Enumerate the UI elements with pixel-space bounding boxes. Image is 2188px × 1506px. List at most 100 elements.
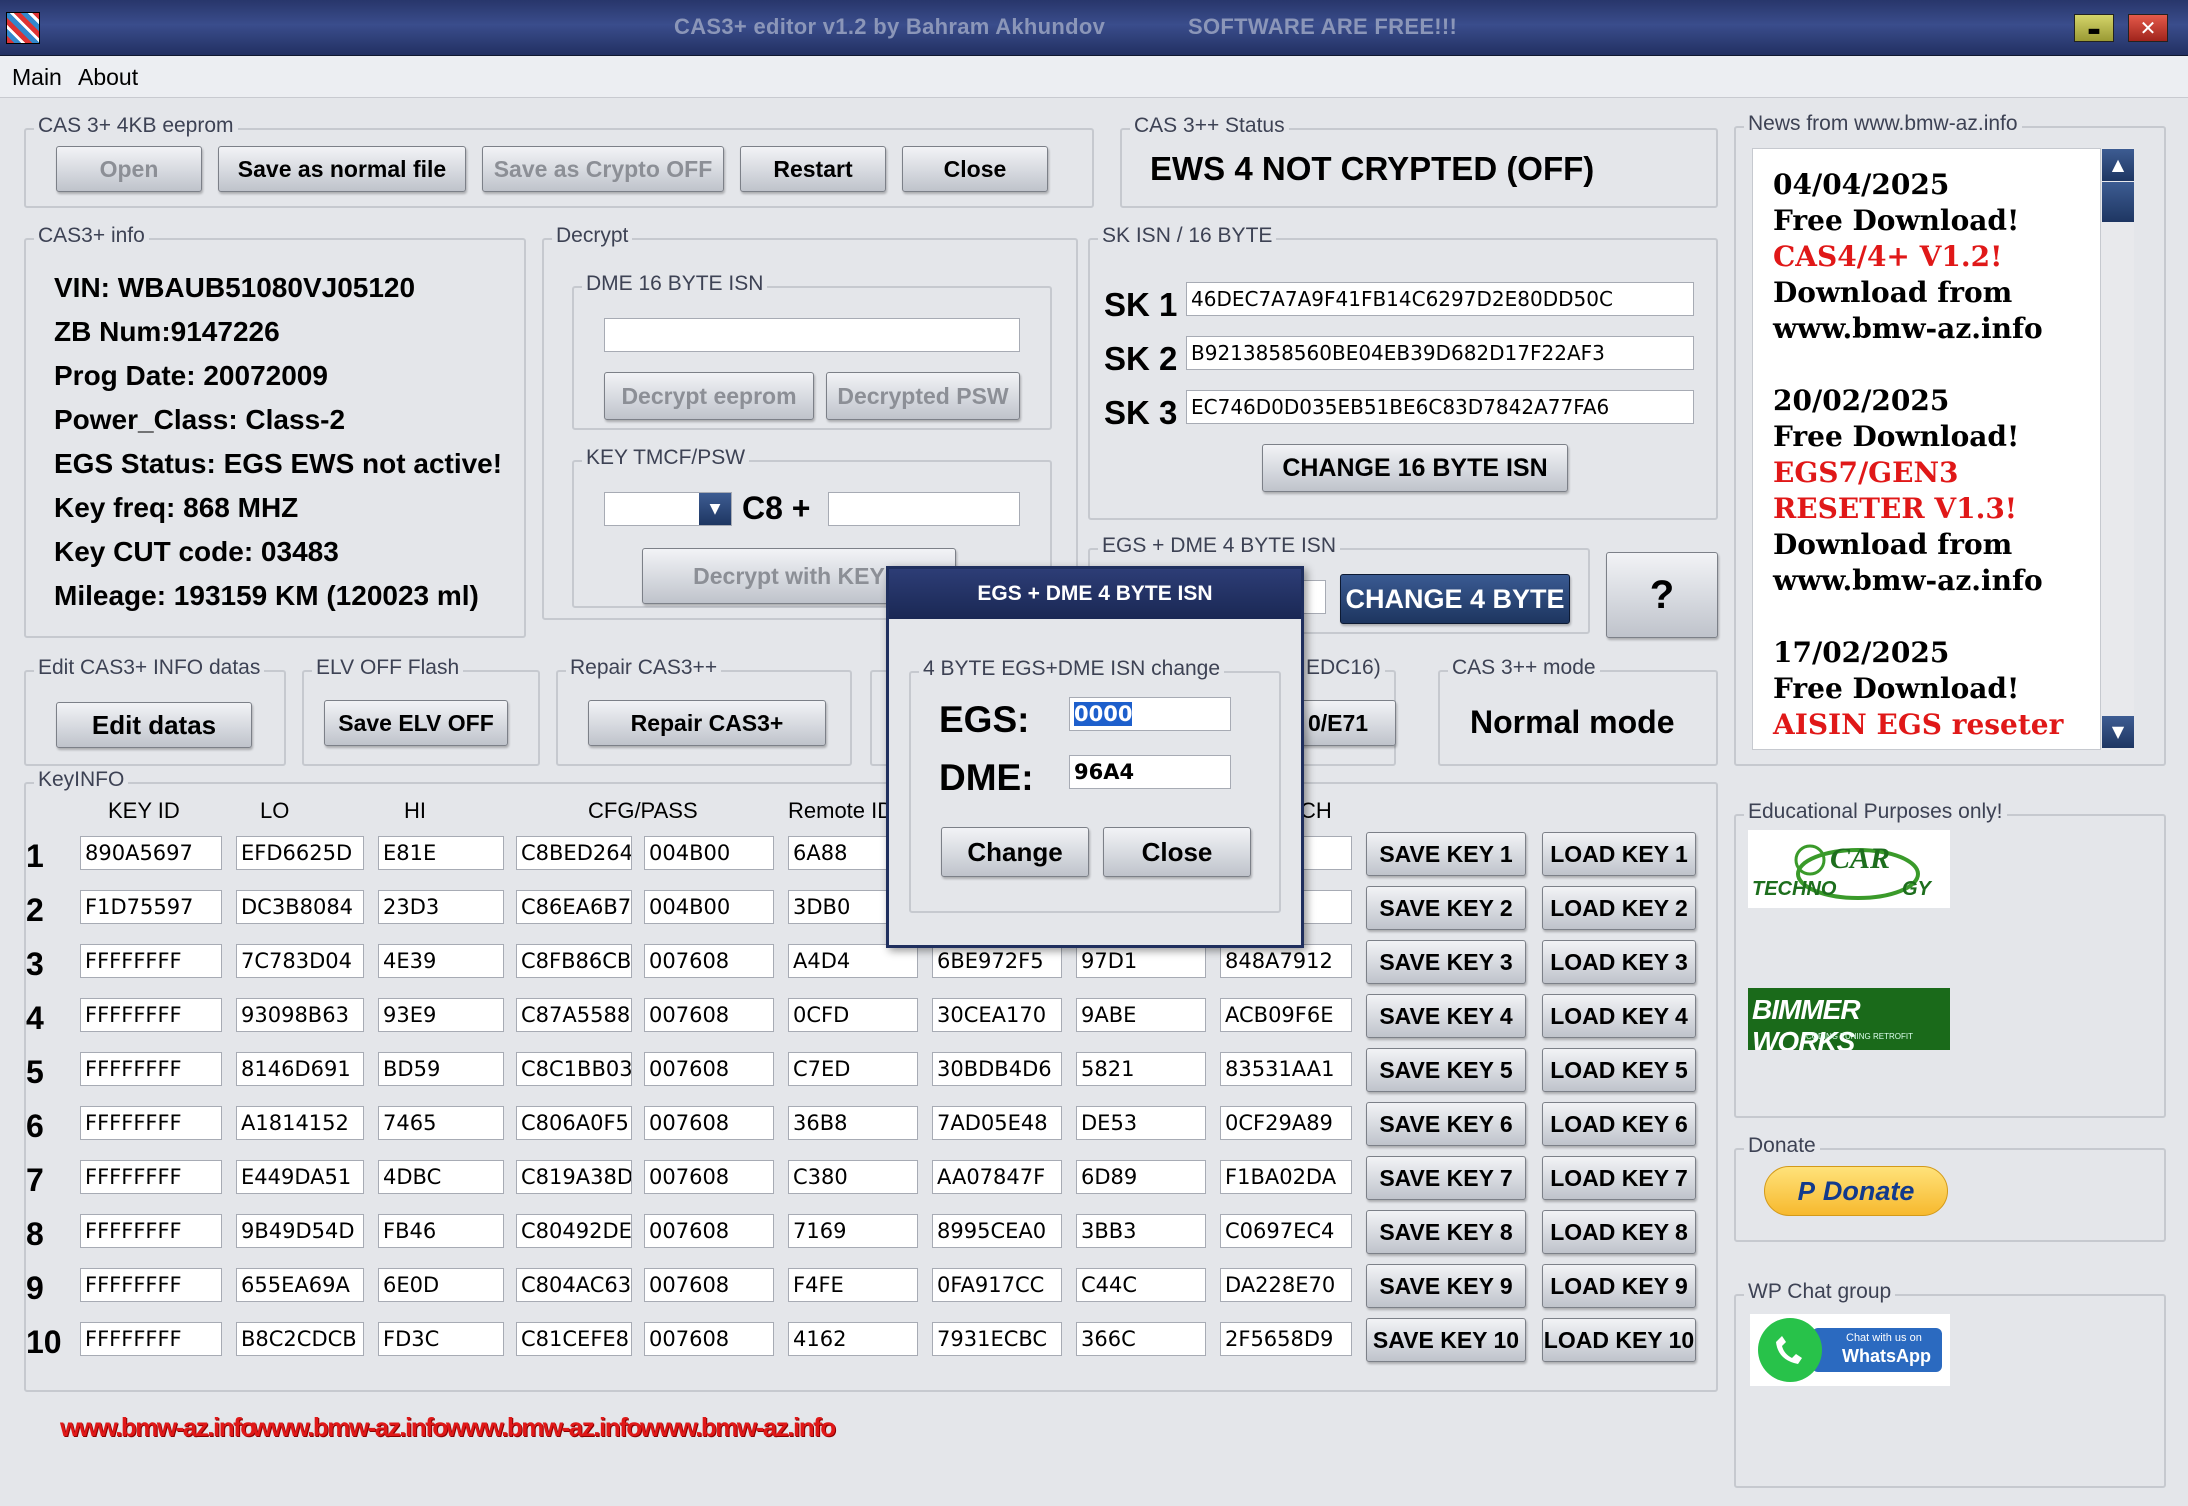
load-key-button[interactable]: LOAD KEY 8 bbox=[1542, 1210, 1696, 1254]
key-cell-id[interactable]: FFFFFFFF bbox=[80, 1052, 222, 1086]
site-link[interactable]: www.bmw-az.info bbox=[60, 1412, 256, 1443]
key-cell-c9[interactable]: 2F5658D9 bbox=[1220, 1322, 1352, 1356]
key-cell-rid[interactable]: 36B8 bbox=[788, 1106, 918, 1140]
open-button[interactable]: Open bbox=[56, 146, 202, 192]
key-cell-rid[interactable]: 7169 bbox=[788, 1214, 918, 1248]
key-cell-pass[interactable]: 007608 bbox=[644, 944, 774, 978]
key-cell-pass[interactable]: 007608 bbox=[644, 998, 774, 1032]
technocar-logo[interactable]: TECHNO CAR GY bbox=[1748, 830, 1950, 908]
key-cell-lo[interactable]: B8C2CDCB bbox=[236, 1322, 364, 1356]
key-cell-cfg[interactable]: C87A5588 bbox=[516, 998, 632, 1032]
key-cell-c8[interactable]: 5821 bbox=[1076, 1052, 1206, 1086]
scroll-down-icon[interactable]: ▼ bbox=[2102, 716, 2134, 748]
key-cell-pass[interactable]: 007608 bbox=[644, 1268, 774, 1302]
repair-cas-button[interactable]: Repair CAS3+ bbox=[588, 700, 826, 746]
dme-input[interactable]: 96A4 bbox=[1069, 755, 1231, 789]
key-cell-c8[interactable]: 97D1 bbox=[1076, 944, 1206, 978]
key-cell-c8[interactable]: 3BB3 bbox=[1076, 1214, 1206, 1248]
key-cell-c7[interactable]: 30CEA170 bbox=[932, 998, 1062, 1032]
key-cell-rid[interactable]: C7ED bbox=[788, 1052, 918, 1086]
key-cell-cfg[interactable]: C8C1BB03 bbox=[516, 1052, 632, 1086]
help-button[interactable]: ? bbox=[1606, 552, 1718, 638]
key-cell-c8[interactable]: C44C bbox=[1076, 1268, 1206, 1302]
key-cell-rid[interactable]: C380 bbox=[788, 1160, 918, 1194]
save-key-button[interactable]: SAVE KEY 2 bbox=[1366, 886, 1526, 930]
load-key-button[interactable]: LOAD KEY 7 bbox=[1542, 1156, 1696, 1200]
key-cell-c8[interactable]: 366C bbox=[1076, 1322, 1206, 1356]
scroll-thumb[interactable] bbox=[2102, 182, 2134, 222]
key-cell-pass[interactable]: 007608 bbox=[644, 1160, 774, 1194]
dme-isn-input[interactable] bbox=[604, 318, 1020, 352]
key-cell-lo[interactable]: 7C783D04 bbox=[236, 944, 364, 978]
egs-input[interactable]: 0000 bbox=[1069, 697, 1231, 731]
key-cell-c7[interactable]: 7AD05E48 bbox=[932, 1106, 1062, 1140]
load-key-button[interactable]: LOAD KEY 5 bbox=[1542, 1048, 1696, 1092]
key-cell-cfg[interactable]: C81CEFE8 bbox=[516, 1322, 632, 1356]
psw-input[interactable] bbox=[828, 492, 1020, 526]
sk2-input[interactable]: B9213858560BE04EB39D682D17F22AF3 bbox=[1186, 336, 1694, 370]
key-cell-id[interactable]: FFFFFFFF bbox=[80, 1160, 222, 1194]
save-key-button[interactable]: SAVE KEY 6 bbox=[1366, 1102, 1526, 1146]
load-key-button[interactable]: LOAD KEY 4 bbox=[1542, 994, 1696, 1038]
key-cell-rid[interactable]: 0CFD bbox=[788, 998, 918, 1032]
restart-button[interactable]: Restart bbox=[740, 146, 886, 192]
key-cell-hi[interactable]: 4E39 bbox=[378, 944, 504, 978]
key-cell-hi[interactable]: FB46 bbox=[378, 1214, 504, 1248]
minimize-button[interactable]: ▬ bbox=[2074, 14, 2114, 42]
key-cell-pass[interactable]: 007608 bbox=[644, 1106, 774, 1140]
key-cell-cfg[interactable]: C819A38D bbox=[516, 1160, 632, 1194]
dialog-change-button[interactable]: Change bbox=[941, 827, 1089, 877]
key-cell-c7[interactable]: 8995CEA0 bbox=[932, 1214, 1062, 1248]
key-cell-id[interactable]: FFFFFFFF bbox=[80, 944, 222, 978]
decrypt-eeprom-button[interactable]: Decrypt eeprom bbox=[604, 372, 814, 420]
save-key-button[interactable]: SAVE KEY 4 bbox=[1366, 994, 1526, 1038]
key-cell-hi[interactable]: E81E bbox=[378, 836, 504, 870]
key-cell-c9[interactable]: C0697EC4 bbox=[1220, 1214, 1352, 1248]
key-cell-rid[interactable]: F4FE bbox=[788, 1268, 918, 1302]
key-cell-lo[interactable]: 655EA69A bbox=[236, 1268, 364, 1302]
load-key-button[interactable]: LOAD KEY 3 bbox=[1542, 940, 1696, 984]
load-key-button[interactable]: LOAD KEY 6 bbox=[1542, 1102, 1696, 1146]
load-key-button[interactable]: LOAD KEY 9 bbox=[1542, 1264, 1696, 1308]
key-cell-hi[interactable]: 6E0D bbox=[378, 1268, 504, 1302]
key-cell-c8[interactable]: DE53 bbox=[1076, 1106, 1206, 1140]
key-cell-id[interactable]: FFFFFFFF bbox=[80, 998, 222, 1032]
save-key-button[interactable]: SAVE KEY 9 bbox=[1366, 1264, 1526, 1308]
key-cell-lo[interactable]: DC3B8084 bbox=[236, 890, 364, 924]
key-cell-id[interactable]: FFFFFFFF bbox=[80, 1214, 222, 1248]
whatsapp-badge[interactable]: Chat with us on WhatsApp bbox=[1750, 1314, 1950, 1386]
key-cell-id[interactable]: 890A5697 bbox=[80, 836, 222, 870]
save-key-button[interactable]: SAVE KEY 5 bbox=[1366, 1048, 1526, 1092]
key-cell-c7[interactable]: 0FA917CC bbox=[932, 1268, 1062, 1302]
key-cell-c9[interactable]: F1BA02DA bbox=[1220, 1160, 1352, 1194]
key-cell-cfg[interactable]: C806A0F5 bbox=[516, 1106, 632, 1140]
news-link[interactable]: www.bmw-az.info bbox=[1753, 311, 2133, 347]
key-cell-lo[interactable]: E449DA51 bbox=[236, 1160, 364, 1194]
key-cell-c9[interactable]: 848A7912 bbox=[1220, 944, 1352, 978]
key-cell-c8[interactable]: 6D89 bbox=[1076, 1160, 1206, 1194]
key-cell-pass[interactable]: 007608 bbox=[644, 1052, 774, 1086]
key-cell-pass[interactable]: 004B00 bbox=[644, 890, 774, 924]
save-crypto-off-button[interactable]: Save as Crypto OFF bbox=[482, 146, 724, 192]
key-cell-cfg[interactable]: C80492DE bbox=[516, 1214, 632, 1248]
key-cell-hi[interactable]: FD3C bbox=[378, 1322, 504, 1356]
sk1-input[interactable]: 46DEC7A7A9F41FB14C6297D2E80DD50C bbox=[1186, 282, 1694, 316]
key-cell-c9[interactable]: DA228E70 bbox=[1220, 1268, 1352, 1302]
bimmerworks-logo[interactable]: BIMMER WORKS CODING TUNING RETROFIT bbox=[1748, 988, 1950, 1050]
key-cell-c9[interactable]: 0CF29A89 bbox=[1220, 1106, 1352, 1140]
load-key-button[interactable]: LOAD KEY 1 bbox=[1542, 832, 1696, 876]
key-cell-lo[interactable]: 9B49D54D bbox=[236, 1214, 364, 1248]
key-cell-id[interactable]: FFFFFFFF bbox=[80, 1106, 222, 1140]
donate-button[interactable]: P Donate bbox=[1764, 1166, 1948, 1216]
key-cell-lo[interactable]: 8146D691 bbox=[236, 1052, 364, 1086]
edit-datas-button[interactable]: Edit datas bbox=[56, 702, 252, 748]
key-cell-c7[interactable]: 7931ECBC bbox=[932, 1322, 1062, 1356]
key-cell-c7[interactable]: 6BE972F5 bbox=[932, 944, 1062, 978]
decrypted-psw-button[interactable]: Decrypted PSW bbox=[826, 372, 1020, 420]
site-link[interactable]: www.bmw-az.info bbox=[252, 1412, 448, 1443]
key-cell-hi[interactable]: BD59 bbox=[378, 1052, 504, 1086]
tmcf-select[interactable]: ▼ bbox=[604, 492, 732, 526]
save-key-button[interactable]: SAVE KEY 3 bbox=[1366, 940, 1526, 984]
key-cell-hi[interactable]: 4DBC bbox=[378, 1160, 504, 1194]
scroll-up-icon[interactable]: ▲ bbox=[2102, 149, 2134, 181]
